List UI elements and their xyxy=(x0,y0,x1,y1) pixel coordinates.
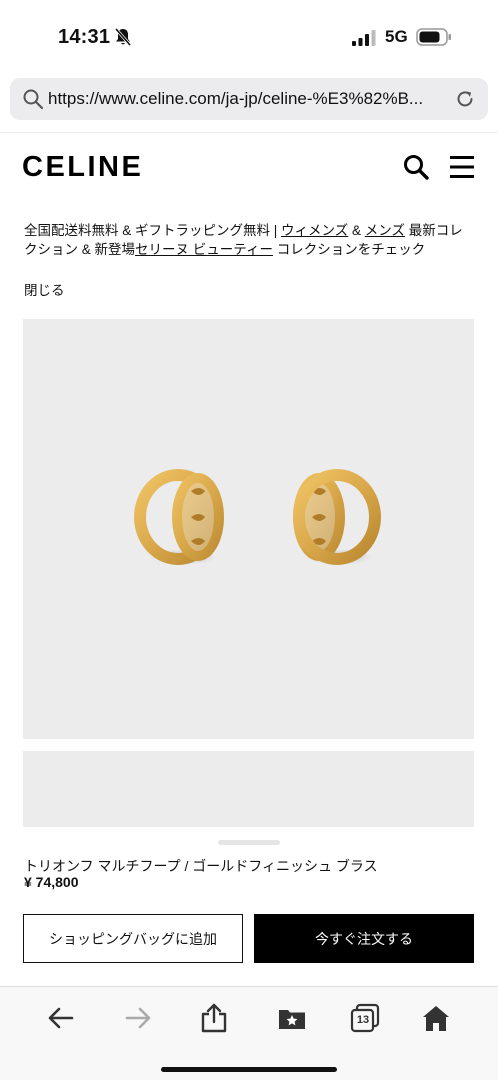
cellular-signal-icon xyxy=(352,30,376,46)
carousel-indicator xyxy=(218,840,280,845)
beauty-link[interactable]: セリーヌ ビューティー xyxy=(135,242,273,257)
status-bar: 14:31 5G xyxy=(0,0,498,76)
hamburger-menu-icon[interactable] xyxy=(448,153,476,181)
address-bar[interactable]: https://www.celine.com/ja-jp/celine-%E3%… xyxy=(10,78,488,120)
home-indicator xyxy=(161,1067,337,1072)
buy-now-button[interactable]: 今すぐ注文する xyxy=(254,914,474,963)
reload-icon[interactable] xyxy=(454,88,476,110)
announcement-text: 全国配送料無料 & ギフトラッピング無料 | xyxy=(24,223,282,238)
back-arrow-icon[interactable] xyxy=(46,1003,76,1033)
announcement-text-3: コレクションをチェック xyxy=(272,242,426,257)
browser-toolbar: 13 xyxy=(0,986,498,1080)
close-announcement-link[interactable]: 閉じる xyxy=(24,279,65,299)
bell-muted-icon xyxy=(114,28,132,46)
forward-arrow-icon[interactable] xyxy=(123,1003,153,1033)
share-icon[interactable] xyxy=(199,1003,229,1033)
status-time: 14:31 xyxy=(58,26,111,48)
celine-logo[interactable]: CELINE xyxy=(22,151,143,184)
search-icon[interactable] xyxy=(402,153,430,181)
announcement-amp: & xyxy=(348,223,365,238)
site-header: CELINE xyxy=(0,132,498,200)
men-link[interactable]: メンズ xyxy=(365,223,405,238)
network-type: 5G xyxy=(385,27,408,46)
women-link[interactable]: ウィメンズ xyxy=(281,223,348,238)
url-text[interactable]: https://www.celine.com/ja-jp/celine-%E3%… xyxy=(48,89,448,109)
search-icon xyxy=(23,89,44,110)
product-price: ¥ 74,800 xyxy=(24,874,79,890)
product-image-secondary[interactable] xyxy=(23,751,474,827)
home-icon[interactable] xyxy=(421,1003,451,1033)
bookmarks-icon[interactable] xyxy=(277,1003,307,1033)
add-to-bag-button[interactable]: ショッピングバッグに追加 xyxy=(23,914,243,963)
product-name: トリオンフ マルチフープ / ゴールドフィニッシュ ブラス xyxy=(24,858,378,874)
tabs-count: 13 xyxy=(356,1014,370,1026)
battery-icon xyxy=(416,28,451,46)
announcement-banner: 全国配送料無料 & ギフトラッピング無料 | ウィメンズ & メンズ 最新コレク… xyxy=(24,221,474,259)
tabs-icon[interactable]: 13 xyxy=(350,1003,380,1033)
product-image[interactable] xyxy=(23,319,474,739)
earrings-image xyxy=(134,469,381,565)
